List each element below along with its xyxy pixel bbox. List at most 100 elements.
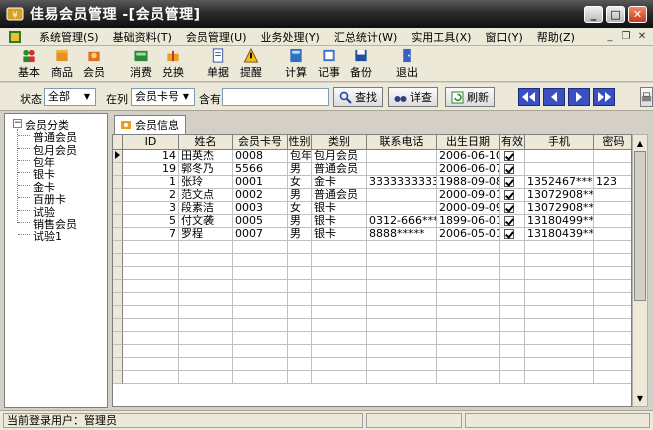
cell-birthday[interactable] xyxy=(437,267,500,280)
cell-valid[interactable] xyxy=(500,280,525,293)
cell-category[interactable] xyxy=(312,254,367,267)
cell-category[interactable]: 银卡 xyxy=(312,202,367,215)
cell-birthday[interactable] xyxy=(437,345,500,358)
cell-card-no[interactable]: 0007 xyxy=(233,228,288,241)
refresh-button[interactable]: 刷新 xyxy=(445,87,495,107)
prev-record-button[interactable] xyxy=(543,88,565,106)
cell-card-no[interactable] xyxy=(233,241,288,254)
cell-id[interactable]: 2 xyxy=(123,189,179,202)
cell-birthday[interactable] xyxy=(437,280,500,293)
cell-card-no[interactable] xyxy=(233,358,288,371)
cell-card-no[interactable] xyxy=(233,254,288,267)
cell-password[interactable] xyxy=(594,293,631,306)
cell-mobile[interactable]: 13180439**** xyxy=(525,228,594,241)
toolbar-notes-button[interactable]: 记事 xyxy=(312,48,346,80)
menu-statistics[interactable]: 汇总统计(W) xyxy=(327,29,404,45)
toolbar-bill-button[interactable]: 单据 xyxy=(201,48,235,80)
header-mobile[interactable]: 手机 xyxy=(525,135,594,150)
toolbar-exchange-button[interactable]: 兑换 xyxy=(156,48,190,80)
cell-category[interactable] xyxy=(312,306,367,319)
cell-card-no[interactable] xyxy=(233,280,288,293)
cell-category[interactable] xyxy=(312,267,367,280)
valid-checkbox[interactable] xyxy=(504,229,514,239)
cell-password[interactable] xyxy=(594,150,631,163)
cell-valid[interactable] xyxy=(500,293,525,306)
cell-gender[interactable] xyxy=(288,319,312,332)
cell-password[interactable] xyxy=(594,358,631,371)
table-row[interactable]: 2 范文点 0002 男普通会员 2000-09-01 13072908*** xyxy=(113,189,631,202)
cell-name[interactable] xyxy=(179,241,233,254)
cell-id[interactable] xyxy=(123,241,179,254)
cell-valid[interactable] xyxy=(500,319,525,332)
cell-id[interactable] xyxy=(123,293,179,306)
cell-category[interactable]: 普通会员 xyxy=(312,189,367,202)
cell-category[interactable] xyxy=(312,280,367,293)
valid-checkbox[interactable] xyxy=(504,177,514,187)
cell-gender[interactable] xyxy=(288,267,312,280)
cell-card-no[interactable] xyxy=(233,332,288,345)
toolbar-reminder-button[interactable]: 提醒 xyxy=(234,48,268,80)
cell-mobile[interactable] xyxy=(525,280,594,293)
cell-name[interactable]: 罗程 xyxy=(179,228,233,241)
detail-search-button[interactable]: 详查 xyxy=(388,87,438,107)
table-row[interactable] xyxy=(113,358,631,371)
cell-phone[interactable] xyxy=(367,332,437,345)
cell-gender[interactable]: 女 xyxy=(288,176,312,189)
cell-valid[interactable] xyxy=(500,267,525,280)
header-valid[interactable]: 有效 xyxy=(500,135,525,150)
cell-gender[interactable]: 男 xyxy=(288,189,312,202)
maximize-button[interactable]: □ xyxy=(606,6,625,23)
cell-birthday[interactable] xyxy=(437,306,500,319)
cell-birthday[interactable]: 1899-06-01 xyxy=(437,215,500,228)
valid-checkbox[interactable] xyxy=(504,203,514,213)
toolbar-consume-button[interactable]: 消费 xyxy=(124,48,158,80)
cell-category[interactable]: 银卡 xyxy=(312,215,367,228)
row-indicator[interactable] xyxy=(113,280,123,293)
cell-mobile[interactable] xyxy=(525,241,594,254)
table-row[interactable] xyxy=(113,280,631,293)
scroll-down-icon[interactable]: ▼ xyxy=(634,391,646,405)
cell-gender[interactable] xyxy=(288,345,312,358)
cell-password[interactable] xyxy=(594,345,631,358)
row-indicator[interactable] xyxy=(113,176,123,189)
first-record-button[interactable] xyxy=(518,88,540,106)
menu-basic-data[interactable]: 基础资料(T) xyxy=(106,29,179,45)
cell-card-no[interactable]: 0005 xyxy=(233,215,288,228)
cell-phone[interactable]: 0312-666***** xyxy=(367,215,437,228)
cell-phone[interactable] xyxy=(367,241,437,254)
valid-checkbox[interactable] xyxy=(504,151,514,161)
cell-phone[interactable] xyxy=(367,150,437,163)
toolbar-backup-button[interactable]: 备份 xyxy=(344,48,378,80)
cell-name[interactable]: 段素洁 xyxy=(179,202,233,215)
toolbar-exit-button[interactable]: 退出 xyxy=(390,48,424,80)
cell-mobile[interactable] xyxy=(525,332,594,345)
cell-mobile[interactable]: 13072908*** xyxy=(525,189,594,202)
cell-gender[interactable] xyxy=(288,306,312,319)
cell-mobile[interactable] xyxy=(525,163,594,176)
cell-password[interactable] xyxy=(594,332,631,345)
valid-checkbox[interactable] xyxy=(504,164,514,174)
cell-id[interactable]: 3 xyxy=(123,202,179,215)
row-indicator[interactable] xyxy=(113,163,123,176)
table-row[interactable] xyxy=(113,371,631,384)
table-row[interactable] xyxy=(113,306,631,319)
row-indicator[interactable] xyxy=(113,150,123,163)
cell-password[interactable] xyxy=(594,189,631,202)
row-indicator[interactable] xyxy=(113,254,123,267)
cell-mobile[interactable]: 13072908*** xyxy=(525,202,594,215)
cell-password[interactable] xyxy=(594,319,631,332)
cell-name[interactable]: 付文袭 xyxy=(179,215,233,228)
cell-category[interactable]: 金卡 xyxy=(312,176,367,189)
row-indicator[interactable] xyxy=(113,215,123,228)
menu-help[interactable]: 帮助(Z) xyxy=(530,29,582,45)
cell-name[interactable]: 张玲 xyxy=(179,176,233,189)
cell-password[interactable]: 123 xyxy=(594,176,631,189)
cell-password[interactable] xyxy=(594,280,631,293)
next-record-button[interactable] xyxy=(568,88,590,106)
cell-category[interactable]: 普通会员 xyxy=(312,163,367,176)
cell-phone[interactable] xyxy=(367,280,437,293)
row-indicator[interactable] xyxy=(113,371,123,384)
cell-mobile[interactable] xyxy=(525,150,594,163)
row-indicator[interactable] xyxy=(113,189,123,202)
cell-phone[interactable] xyxy=(367,371,437,384)
